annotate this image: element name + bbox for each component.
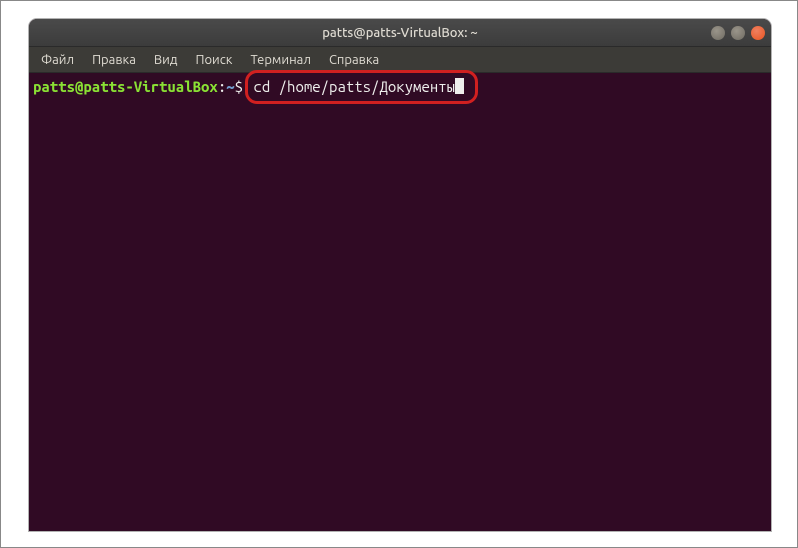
- prompt-separator: :: [218, 78, 226, 95]
- menu-file[interactable]: Файл: [33, 50, 82, 70]
- command-highlight: cd /home/patts/Документы: [249, 75, 472, 99]
- menu-view[interactable]: Вид: [146, 50, 186, 70]
- minimize-button[interactable]: [711, 26, 725, 40]
- prompt-user-host: patts@patts-VirtualBox: [33, 78, 218, 95]
- prompt-symbol: $: [235, 78, 243, 95]
- menu-search[interactable]: Поиск: [187, 50, 240, 70]
- titlebar[interactable]: patts@patts-VirtualBox: ~: [29, 19, 771, 47]
- window-controls: [711, 26, 765, 40]
- cursor: [455, 78, 464, 94]
- prompt-path: ~: [226, 78, 234, 95]
- terminal-window: patts@patts-VirtualBox: ~ Файл Правка Ви…: [29, 19, 771, 531]
- menu-help[interactable]: Справка: [321, 50, 387, 70]
- prompt-line: patts@patts-VirtualBox:~$ cd /home/patts…: [33, 75, 767, 99]
- maximize-button[interactable]: [731, 26, 745, 40]
- menu-edit[interactable]: Правка: [84, 50, 144, 70]
- window-title: patts@patts-VirtualBox: ~: [322, 26, 478, 40]
- menubar: Файл Правка Вид Поиск Терминал Справка: [29, 47, 771, 73]
- command-text: cd /home/patts/Документы: [253, 78, 455, 95]
- close-button[interactable]: [751, 26, 765, 40]
- menu-terminal[interactable]: Терминал: [242, 50, 318, 70]
- terminal-body[interactable]: patts@patts-VirtualBox:~$ cd /home/patts…: [29, 73, 771, 531]
